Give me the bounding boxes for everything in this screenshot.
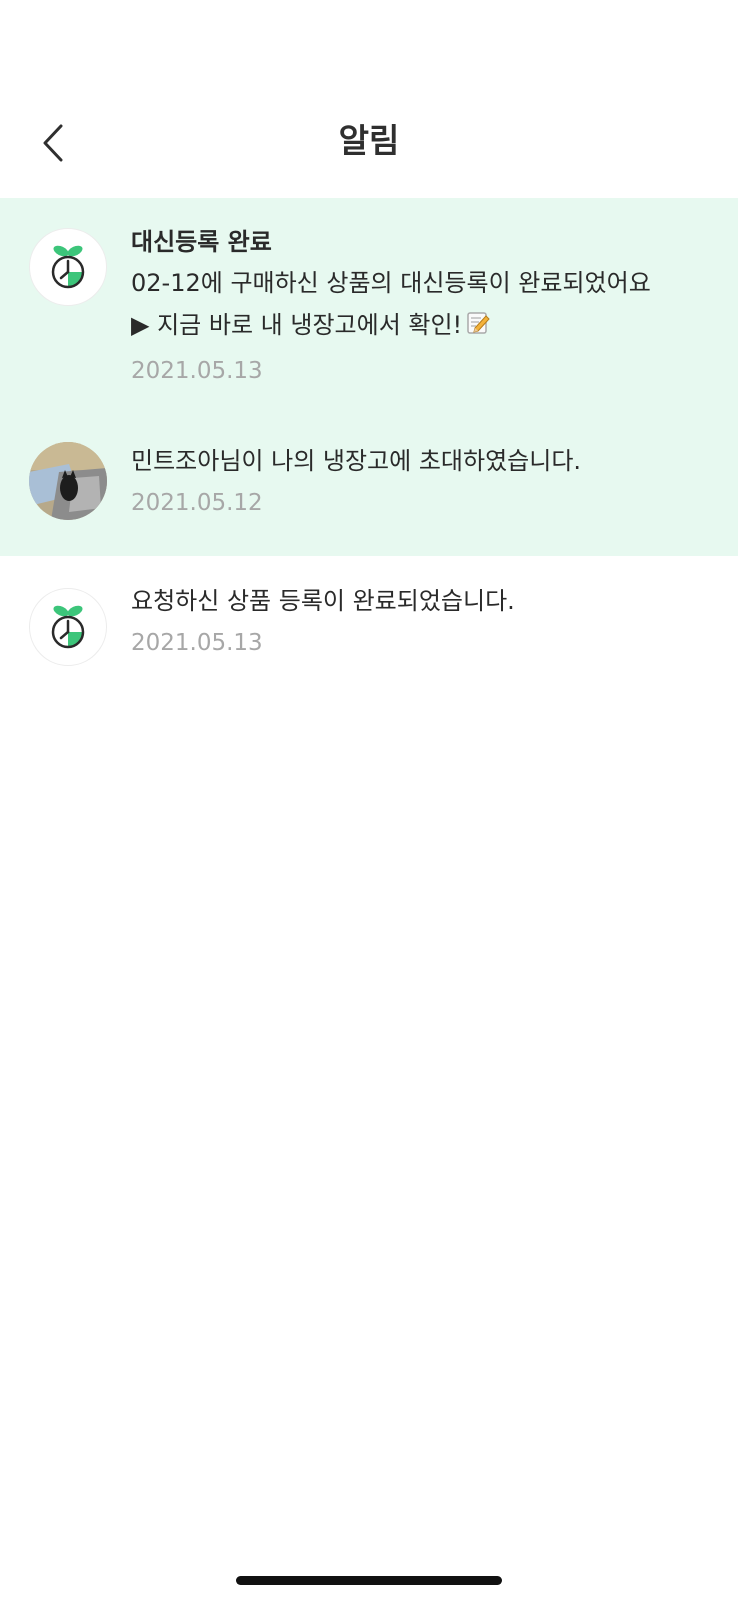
notification-content: 민트조아님이 나의 냉장고에 초대하였습니다. 2021.05.12: [131, 440, 718, 520]
page-title: 알림: [338, 121, 400, 160]
notification-list: 대신등록 완료 02-12에 구매하신 상품의 대신등록이 완료되었어요 ▶ 지…: [0, 198, 738, 686]
home-indicator: [236, 1576, 502, 1585]
notification-message: 민트조아님이 나의 냉장고에 초대하였습니다.: [131, 447, 582, 475]
notification-message-text: 02-12에 구매하신 상품의 대신등록이 완료되었어요 ▶ 지금 바로 내 냉…: [131, 269, 651, 339]
notification-title: 대신등록 완료: [131, 228, 272, 256]
notification-date: 2021.05.13: [131, 358, 263, 384]
notification-date: 2021.05.12: [131, 490, 263, 516]
user-photo-avatar: [29, 442, 107, 520]
notification-item[interactable]: 대신등록 완료 02-12에 구매하신 상품의 대신등록이 완료되었어요 ▶ 지…: [0, 198, 738, 430]
notification-message: 요청하신 상품 등록이 완료되었습니다.: [131, 587, 515, 615]
notification-item[interactable]: 요청하신 상품 등록이 완료되었습니다. 2021.05.13: [0, 556, 738, 686]
memo-pencil-icon: [467, 312, 490, 334]
notification-date: 2021.05.13: [131, 630, 263, 656]
notification-item[interactable]: 민트조아님이 나의 냉장고에 초대하였습니다. 2021.05.12: [0, 430, 738, 556]
app-logo-icon: [29, 588, 107, 666]
app-logo-icon: [29, 228, 107, 306]
header: 알림: [0, 96, 738, 196]
notification-message: 02-12에 구매하신 상품의 대신등록이 완료되었어요 ▶ 지금 바로 내 냉…: [131, 262, 718, 346]
notification-content: 대신등록 완료 02-12에 구매하신 상품의 대신등록이 완료되었어요 ▶ 지…: [131, 222, 718, 388]
notification-content: 요청하신 상품 등록이 완료되었습니다. 2021.05.13: [131, 580, 718, 660]
